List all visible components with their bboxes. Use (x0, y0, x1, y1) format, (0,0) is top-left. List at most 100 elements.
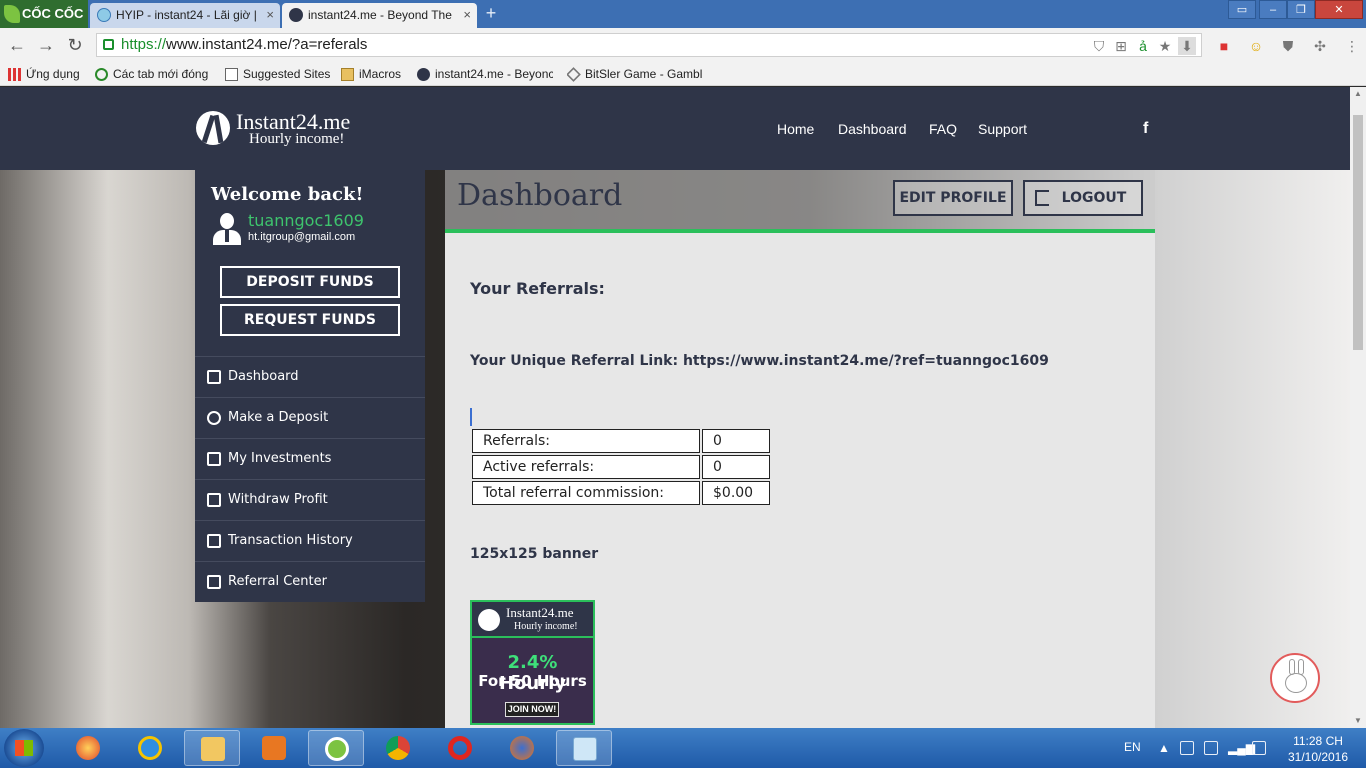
language-indicator[interactable]: EN (1124, 740, 1141, 754)
sidebar-item-label: My Investments (228, 451, 332, 466)
bitsler-diamond-icon (567, 67, 581, 82)
tab-title: instant24.me - Beyond The (308, 8, 452, 22)
avatar-tie (225, 230, 229, 242)
edit-profile-button[interactable]: EDIT PROFILE (893, 180, 1013, 216)
coccoc-menu-button[interactable]: CỐC CỐC (0, 0, 88, 28)
action-center-icon[interactable] (1180, 741, 1194, 755)
user-icon: ▭ (1236, 4, 1248, 16)
deposit-icon (207, 411, 221, 425)
sidebar-item-referral-center[interactable]: Referral Center (195, 561, 425, 602)
nav-dashboard[interactable]: Dashboard (838, 121, 907, 137)
close-tab-icon[interactable]: × (266, 3, 274, 27)
nav-faq[interactable]: FAQ (929, 121, 957, 137)
extension-shield-icon[interactable]: ⛊ (1279, 37, 1297, 55)
minimize-button[interactable]: – (1259, 0, 1287, 19)
network-signal-icon[interactable]: ▂▄▆ (1228, 741, 1255, 755)
sidebar-item-investments[interactable]: My Investments (195, 438, 425, 479)
bookmark-star-icon[interactable]: ★ (1156, 37, 1174, 55)
monitor-icon (207, 370, 221, 384)
promo-banner-125[interactable]: Instant24.me Hourly income! 2.4% Hourly … (470, 600, 595, 725)
bookmark-recent-tabs[interactable]: Các tab mới đóng (95, 65, 215, 83)
browser-icon (76, 736, 100, 760)
coccoc-dictionary-icon[interactable]: ả (1134, 37, 1152, 55)
nav-home[interactable]: Home (777, 121, 814, 137)
back-button[interactable]: ← (6, 34, 28, 56)
referral-link[interactable]: Your Unique Referral Link: https://www.i… (470, 353, 1049, 369)
instant24-logo-icon (196, 111, 230, 145)
bookmark-instant24[interactable]: instant24.me - Beyonc (417, 65, 553, 83)
reload-button[interactable]: ↻ (64, 34, 86, 56)
volume-muted-icon[interactable] (1252, 741, 1266, 755)
bookmark-imacros[interactable]: iMacros (341, 65, 409, 83)
user-email: ht.itgroup@gmail.com (248, 231, 356, 243)
opera-icon (448, 736, 472, 760)
sidebar-item-make-deposit[interactable]: Make a Deposit (195, 397, 425, 438)
sidebar-item-transactions[interactable]: Transaction History (195, 520, 425, 561)
table-cell-label: Referrals: (472, 429, 700, 453)
nav-support[interactable]: Support (978, 121, 1027, 137)
clock-time[interactable]: 11:28 CH (1278, 734, 1358, 748)
dashboard-header: Dashboard EDIT PROFILE LOGOUT (445, 170, 1155, 229)
extension-puzzle-icon[interactable]: ✣ (1311, 37, 1329, 55)
extension-smiley-icon[interactable]: ☺ (1247, 37, 1265, 55)
extension-red-icon[interactable]: ■ (1215, 37, 1233, 55)
facebook-icon[interactable]: f (1143, 120, 1148, 138)
clock-date[interactable]: 31/10/2016 (1278, 750, 1358, 764)
taskbar-firefox[interactable] (494, 730, 550, 766)
taskbar-notepad[interactable] (556, 730, 612, 766)
coccoc-icon (325, 737, 349, 761)
tab-instant24[interactable]: instant24.me - Beyond The × (282, 3, 477, 28)
sidebar-item-dashboard[interactable]: Dashboard (195, 356, 425, 397)
page-title: Dashboard (457, 178, 623, 213)
tab-hyip[interactable]: HYIP - instant24 - Lãi giờ | × (90, 3, 280, 28)
close-tab-icon[interactable]: × (463, 3, 471, 27)
page-viewport: Instant24.me Hourly income! Home Dashboa… (0, 87, 1350, 728)
scroll-up-icon[interactable]: ▲ (1350, 87, 1366, 101)
bunny-chat-widget-icon[interactable] (1270, 653, 1320, 703)
maximize-button[interactable]: ❐ (1287, 0, 1315, 19)
show-hidden-icons-icon[interactable]: ▲ (1158, 741, 1172, 755)
new-tab-button[interactable]: + (482, 4, 500, 22)
device-icon[interactable] (1204, 741, 1218, 755)
taskbar-media-player[interactable] (246, 730, 302, 766)
windows-taskbar: EN ▲ ▂▄▆ 11:28 CH 31/10/2016 (0, 728, 1366, 768)
menu-icon[interactable]: ⋮ (1343, 37, 1361, 55)
address-bar[interactable]: https://www.instant24.me/?a=referals (96, 33, 1202, 57)
tab-title: HYIP - instant24 - Lãi giờ | (116, 8, 257, 22)
profile-button[interactable]: ▭ (1228, 0, 1256, 19)
scrollbar-thumb[interactable] (1353, 115, 1363, 350)
sidebar-item-withdraw[interactable]: Withdraw Profit (195, 479, 425, 520)
sidebar-item-label: Transaction History (228, 533, 353, 548)
request-funds-button[interactable]: REQUEST FUNDS (220, 304, 400, 336)
sidebar-item-label: Make a Deposit (228, 410, 329, 425)
translate-icon[interactable]: ⊞ (1112, 37, 1130, 55)
site-logo[interactable]: Instant24.me Hourly income! (196, 109, 366, 149)
taskbar-firefox-alt[interactable] (60, 730, 116, 766)
page-scrollbar[interactable]: ▲ ▼ (1350, 87, 1366, 728)
bookmark-bitsler[interactable]: BitSler Game - Gambl (567, 65, 707, 83)
welcome-heading: Welcome back! (211, 184, 364, 205)
bookmarks-bar: Ứng dụng Các tab mới đóng Suggested Site… (0, 62, 1366, 86)
forward-button[interactable]: → (35, 34, 57, 56)
shield-icon[interactable]: ⛉ (1090, 37, 1108, 55)
taskbar-opera[interactable] (432, 730, 488, 766)
system-tray: EN ▲ ▂▄▆ 11:28 CH 31/10/2016 (1118, 728, 1366, 768)
banner-heading: 125x125 banner (470, 546, 599, 562)
scroll-down-icon[interactable]: ▼ (1350, 714, 1366, 728)
banner-join-button[interactable]: JOIN NOW! (505, 702, 559, 717)
referrals-content: Your Referrals: Your Unique Referral Lin… (445, 233, 1155, 728)
start-button[interactable] (4, 729, 44, 767)
bookmark-suggested-sites[interactable]: Suggested Sites (225, 65, 333, 83)
referral-card-icon (207, 575, 221, 589)
logout-button[interactable]: LOGOUT (1023, 180, 1143, 216)
bookmark-apps[interactable]: Ứng dụng (8, 65, 88, 83)
taskbar-explorer[interactable] (184, 730, 240, 766)
deposit-funds-button[interactable]: DEPOSIT FUNDS (220, 266, 400, 298)
taskbar-chrome[interactable] (370, 730, 426, 766)
close-window-button[interactable]: ✕ (1315, 0, 1363, 19)
download-icon[interactable]: ⬇ (1178, 37, 1196, 55)
taskbar-coccoc[interactable] (308, 730, 364, 766)
banner-rate-pct: 2.4% (507, 652, 558, 673)
taskbar-ie[interactable] (122, 730, 178, 766)
sidebar-item-label: Withdraw Profit (228, 492, 328, 507)
